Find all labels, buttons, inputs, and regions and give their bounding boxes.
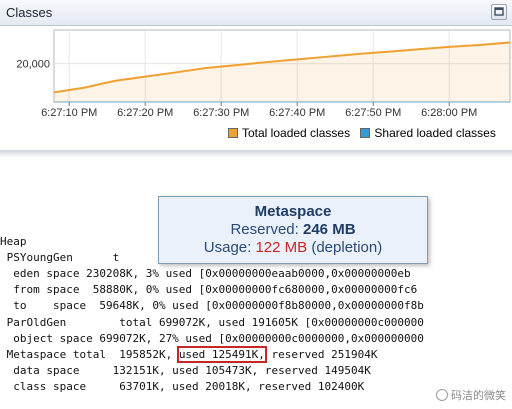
x-tick-label: 6:27:40 PM <box>269 107 325 119</box>
x-tick-label: 6:27:10 PM <box>41 107 97 119</box>
tooltip-usage: Usage: 122 MB (depletion) <box>159 239 427 256</box>
panel-shadow <box>0 150 512 158</box>
x-tick-label: 6:28:00 PM <box>421 107 477 119</box>
console-line-metaspace: Metaspace total 195852K, used 125491K, r… <box>0 346 378 363</box>
chart-legend: Total loaded classes Shared loaded class… <box>228 126 503 140</box>
watermark: 码洁的微笑 <box>436 387 506 403</box>
tooltip-usage-note: (depletion) <box>307 239 383 256</box>
tooltip-usage-label: Usage: <box>203 239 256 256</box>
console-line-to: to space 59648K, 0% used [0x00000000f8b8… <box>0 299 424 312</box>
tooltip-reserved-label: Reserved: <box>230 221 303 238</box>
panel-header: Classes <box>0 0 512 26</box>
console-line-paroldgen: ParOldGen total 699072K, used 191605K [0… <box>0 316 424 329</box>
tooltip-usage-value: 122 MB <box>255 239 308 256</box>
legend-item-total: Total loaded classes <box>228 126 350 140</box>
legend-item-shared: Shared loaded classes <box>360 126 496 140</box>
x-tick-label: 6:27:50 PM <box>345 107 401 119</box>
x-tick-label: 6:27:20 PM <box>117 107 173 119</box>
metaspace-total: Metaspace total 195852K, <box>0 348 179 361</box>
metaspace-tooltip: Metaspace Reserved: 246 MB Usage: 122 MB… <box>158 196 428 264</box>
console-line-object-space: object space 699072K, 27% used [0x000000… <box>0 332 424 345</box>
tooltip-title: Metaspace <box>254 203 332 220</box>
x-tick-label: 6:27:30 PM <box>193 107 249 119</box>
console-line-heap: Heap <box>0 235 27 248</box>
console-line-class-space: class space 63701K, used 20018K, reserve… <box>0 380 365 393</box>
panel-title: Classes <box>6 5 53 20</box>
legend-label-shared: Shared loaded classes <box>374 126 496 140</box>
legend-swatch-total <box>228 128 238 138</box>
classes-chart: 6:27:10 PM 6:27:20 PM 6:27:30 PM 6:27:40 PM… <box>16 29 511 119</box>
metaspace-used-highlight: used 125491K, <box>176 346 267 363</box>
y-tick-label: 20,000 <box>16 59 50 71</box>
console-line-eden: eden space 230208K, 3% used [0x00000000e… <box>0 267 411 280</box>
console-line-data-space: data space 132151K, used 105473K, reserv… <box>0 364 371 377</box>
tooltip-reserved-value: 246 MB <box>303 221 356 238</box>
wechat-icon <box>436 389 448 401</box>
maximize-icon <box>494 7 504 16</box>
legend-swatch-shared <box>360 128 371 138</box>
classes-panel: Classes 6:27:10 PM 6:27:20 PM 6:27:30 PM 6:… <box>0 0 512 152</box>
maximize-button[interactable] <box>491 4 507 20</box>
console-line-from: from space 58880K, 0% used [0x00000000fc… <box>0 283 418 296</box>
watermark-text: 码洁的微笑 <box>451 389 506 402</box>
legend-label-total: Total loaded classes <box>242 126 351 140</box>
tooltip-reserved: Reserved: 246 MB <box>159 221 427 238</box>
metaspace-reserved: reserved 251904K <box>264 348 378 361</box>
